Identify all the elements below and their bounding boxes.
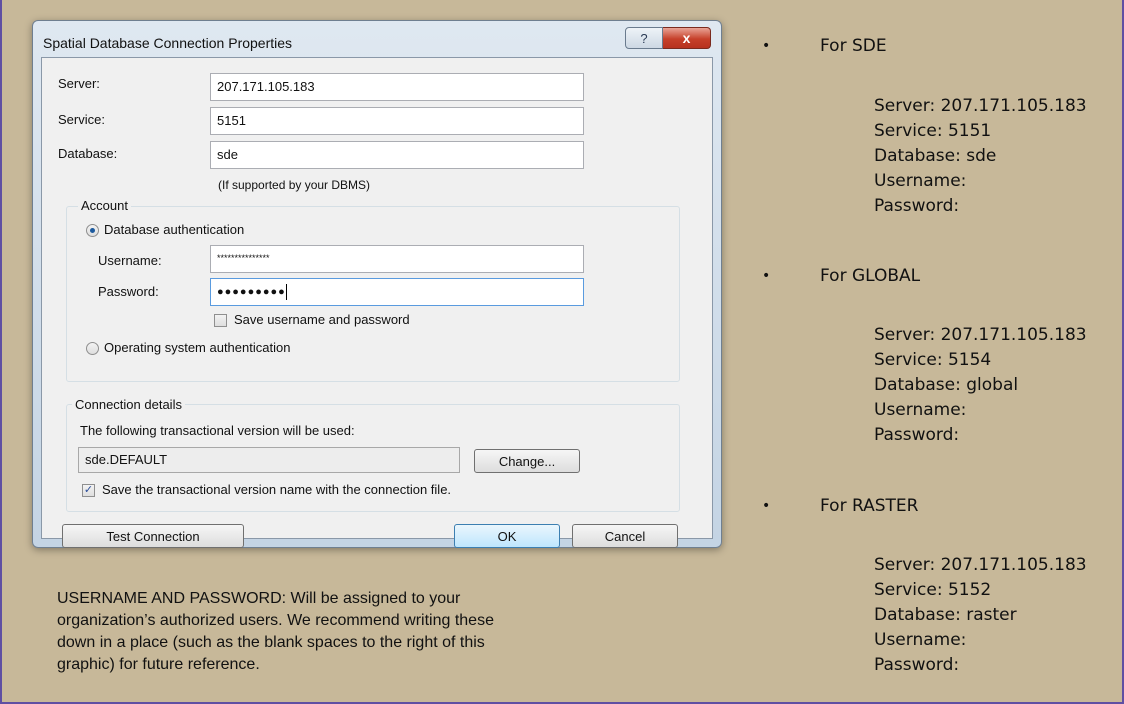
save-credentials-checkbox[interactable] [214,314,227,327]
note-line-3: down in a place (such as the blank space… [57,634,485,651]
change-version-button[interactable]: Change... [474,449,580,473]
password-label: Password: [98,284,159,299]
help-button[interactable]: ? [625,27,663,49]
global-service-line: Service: 5154 [874,350,992,370]
database-auth-radio[interactable] [86,224,99,237]
os-auth-label: Operating system authentication [104,340,291,355]
server-input[interactable]: 207.171.105.183 [210,73,584,101]
credentials-note: USERNAME AND PASSWORD: Will be assigned … [57,588,657,676]
database-auth-label: Database authentication [104,222,245,237]
raster-username-line: Username: [874,630,967,650]
text-caret [285,284,287,300]
global-server-line: Server: 207.171.105.183 [874,325,1087,345]
ok-button[interactable]: OK [454,524,560,548]
password-input[interactable]: ●●●●●●●●● [210,278,584,306]
sde-service-line: Service: 5151 [874,121,992,141]
close-button[interactable]: x [663,27,711,49]
server-label: Server: [58,76,100,91]
sde-server-line: Server: 207.171.105.183 [874,96,1087,116]
database-input[interactable]: sde [210,141,584,169]
connection-properties-dialog: Spatial Database Connection Properties ?… [32,20,722,548]
database-label: Database: [58,146,118,161]
global-username-line: Username: [874,400,967,420]
help-icon: ? [640,30,648,46]
sde-password-line: Password: [874,196,960,216]
raster-server-line: Server: 207.171.105.183 [874,555,1087,575]
note-line-4: graphic) for future reference. [57,656,260,673]
connection-details-title: Connection details [72,397,185,412]
raster-service-line: Service: 5152 [874,580,992,600]
dialog-title: Spatial Database Connection Properties [43,35,293,51]
bullet-icon: • [762,498,771,514]
test-connection-button[interactable]: Test Connection [62,524,244,548]
username-input[interactable]: *************** [210,245,584,273]
version-field: sde.DEFAULT [78,447,460,473]
os-auth-radio[interactable] [86,342,99,355]
close-icon: x [682,30,691,46]
save-version-label: Save the transactional version name with… [102,482,452,497]
service-input[interactable]: 5151 [210,107,584,135]
title-bar-buttons: ? x [625,27,711,49]
bullet-icon: • [762,38,771,54]
raster-password-line: Password: [874,655,960,675]
username-label: Username: [98,253,162,268]
note-line-2: organization’s authorized users. We reco… [57,612,494,629]
sde-username-line: Username: [874,171,967,191]
database-hint: (If supported by your DBMS) [218,178,371,192]
sde-database-line: Database: sde [874,146,997,166]
dialog-client-area: Server: 207.171.105.183 Service: 5151 Da… [41,57,713,548]
service-label: Service: [58,112,105,127]
bullet-icon: • [762,268,771,284]
raster-database-line: Database: raster [874,605,1017,625]
global-database-line: Database: global [874,375,1019,395]
note-line-1: USERNAME AND PASSWORD: Will be assigned … [57,590,461,607]
account-group-title: Account [78,198,131,213]
cancel-button[interactable]: Cancel [572,524,678,548]
save-credentials-label: Save username and password [234,312,410,327]
password-value: ●●●●●●●●● [217,285,286,298]
version-description: The following transactional version will… [80,423,355,438]
save-version-checkbox[interactable]: ✓ [82,484,95,497]
global-password-line: Password: [874,425,960,445]
